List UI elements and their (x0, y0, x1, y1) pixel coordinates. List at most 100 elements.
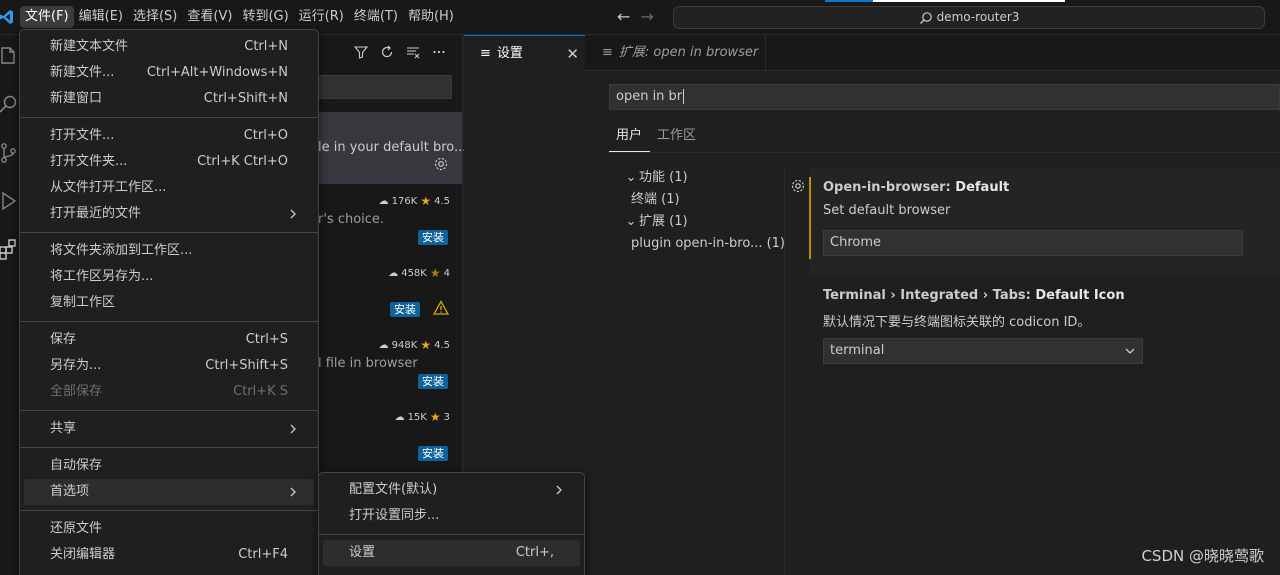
menu-item-3[interactable]: 查看(V) (182, 6, 237, 28)
menu-separator (20, 447, 318, 448)
default-icon-select[interactable]: terminal (823, 338, 1143, 364)
tab-workspace[interactable]: 工作区 (650, 126, 704, 152)
menu-item-label: 打开最近的文件 (50, 206, 142, 221)
filter-icon[interactable] (354, 45, 368, 59)
modified-indicator (809, 177, 811, 259)
menu-item-shortcut: Ctrl+, (515, 545, 554, 560)
warning-icon[interactable] (433, 300, 449, 316)
install-button[interactable]: 安装 (418, 230, 448, 245)
settings-editor: open in br 用户 工作区 ⌄ 功能 (1) 终端 (1) ⌄ 扩展 (1) pl… (464, 71, 1280, 575)
menu-item-shortcut: Ctrl+N (244, 39, 288, 54)
menu-item-5[interactable]: 运行(R) (294, 6, 349, 28)
menu-item-label: 将文件夹添加到工作区... (50, 243, 193, 258)
source-control-icon[interactable] (0, 141, 20, 165)
install-button[interactable]: 安装 (418, 446, 448, 461)
menu-item[interactable]: 将工作区另存为... (24, 264, 314, 290)
star-icon: ★ (420, 338, 432, 352)
setting-title: Terminal › Integrated › Tabs: Default Ic… (823, 288, 1125, 303)
back-arrow-icon[interactable]: ← (617, 8, 630, 26)
toc-item[interactable]: 终端 (1) (609, 189, 789, 211)
settings-editor-icon: ≡ (480, 46, 491, 61)
menu-item-label: 另存为... (50, 358, 102, 373)
download-icon: ☁ (378, 195, 389, 207)
star-icon: ★ (429, 266, 441, 280)
select-value: terminal (830, 343, 885, 358)
default-browser-input[interactable]: Chrome (823, 230, 1243, 256)
search-icon[interactable] (0, 93, 20, 117)
menu-item[interactable]: 关闭编辑器 Ctrl+F4 (24, 542, 314, 568)
run-debug-icon[interactable] (0, 189, 20, 213)
menu-item-label: 保存 (50, 332, 77, 347)
menu-item[interactable]: 打开最近的文件 (24, 201, 314, 227)
toc-item[interactable]: ⌄ 扩展 (1) (609, 211, 789, 233)
chevron-down-icon: ⌄ (625, 214, 637, 229)
menu-item[interactable]: 新建文本文件 Ctrl+N (24, 34, 314, 60)
install-button[interactable]: 安装 (418, 374, 448, 389)
menu-item[interactable]: 打开文件夹... Ctrl+K Ctrl+O (24, 149, 314, 175)
explorer-icon[interactable] (0, 45, 20, 69)
tab-user[interactable]: 用户 (609, 126, 651, 152)
manage-gear-icon[interactable] (433, 156, 449, 172)
tab-label: 设置 (496, 46, 523, 61)
settings-search-value: open in br (616, 89, 683, 104)
more-actions-icon[interactable] (432, 45, 446, 59)
menu-separator (20, 510, 318, 511)
tab-extension-open-in-browser[interactable]: ≡ 扩展: open in browser (586, 35, 766, 71)
menu-item[interactable]: 配置文件(默认) (323, 477, 580, 503)
setting-description: Set default browser (823, 203, 951, 218)
close-icon[interactable]: ✕ (566, 36, 579, 72)
menu-item-1[interactable]: 编辑(E) (74, 6, 128, 28)
menu-item-label: 配置文件(默认) (349, 482, 438, 497)
menu-item[interactable]: 新建文件... Ctrl+Alt+Windows+N (24, 60, 314, 86)
menu-item[interactable]: 从文件打开工作区... (24, 175, 314, 201)
menu-item[interactable]: 共享 (24, 416, 314, 442)
menu-item[interactable]: 新建窗口 Ctrl+Shift+N (24, 86, 314, 112)
menu-item-2[interactable]: 选择(S) (128, 6, 182, 28)
command-center-text: demo-router3 (936, 10, 1020, 24)
menu-item[interactable]: 复制工作区 (24, 290, 314, 316)
refresh-icon[interactable] (380, 45, 394, 59)
menu-item[interactable]: 打开文件... Ctrl+O (24, 123, 314, 149)
download-count: 458K (401, 267, 427, 279)
menu-item[interactable]: 还原文件 (24, 516, 314, 542)
clear-results-icon[interactable] (406, 45, 420, 59)
setting-gear-icon[interactable] (790, 178, 806, 194)
menu-item-label: 从文件打开工作区... (50, 180, 167, 195)
menu-item[interactable]: 自动保存 (24, 453, 314, 479)
forward-arrow-icon[interactable]: → (640, 8, 653, 26)
menu-item[interactable]: 设置 Ctrl+, (323, 540, 580, 566)
menu-item-0[interactable]: 文件(F) (20, 6, 74, 28)
settings-search-input[interactable]: open in br (609, 84, 1280, 110)
menu-item-4[interactable]: 转到(G) (237, 6, 293, 28)
editor-tabs: ≡ 设置 ✕ ≡ 扩展: open in browser (464, 35, 1280, 71)
menu-item[interactable]: 另存为... Ctrl+Shift+S (24, 353, 314, 379)
menu-item[interactable]: 首选项 (24, 479, 314, 505)
extensions-icon[interactable] (0, 237, 20, 261)
menu-item-6[interactable]: 终端(T) (349, 6, 403, 28)
menu-item-label: 复制工作区 (50, 295, 116, 310)
rating-value: 3 (443, 411, 450, 423)
extension-stats: ☁ 176K ★ 4.5 (379, 194, 450, 208)
extension-stats: ☁ 948K ★ 4.5 (379, 338, 450, 352)
menu-separator (20, 117, 318, 118)
command-center[interactable]: demo-router3 (673, 6, 1265, 29)
tab-settings[interactable]: ≡ 设置 ✕ (464, 35, 585, 71)
toc-item[interactable]: ⌄ 功能 (1) (609, 167, 789, 189)
settings-scope-tabs: 用户 工作区 (609, 126, 704, 152)
install-button[interactable]: 安装 (390, 302, 420, 317)
setting-name: Default (955, 180, 1010, 195)
menu-item-7[interactable]: 帮助(H) (403, 6, 459, 28)
setting-title: Open-in-browser: Default (823, 180, 1009, 195)
chevron-right-icon (556, 485, 562, 495)
menu-item[interactable]: 将文件夹添加到工作区... (24, 238, 314, 264)
extension-description: r's choice. (318, 212, 385, 227)
menu-item-shortcut: Ctrl+Alt+Windows+N (146, 65, 288, 80)
menu-item-label: 新建窗口 (50, 91, 103, 106)
menu-item[interactable]: 打开设置同步... (323, 503, 580, 529)
toc-item[interactable]: plugin open-in-bro... (1) (609, 233, 789, 255)
menu-item[interactable]: 保存 Ctrl+S (24, 327, 314, 353)
extension-stats: ☁ 15K ★ 3 (395, 410, 450, 424)
chevron-right-icon (290, 209, 296, 219)
menu-separator (319, 534, 584, 535)
menu-item-label: 将工作区另存为... (50, 269, 154, 284)
